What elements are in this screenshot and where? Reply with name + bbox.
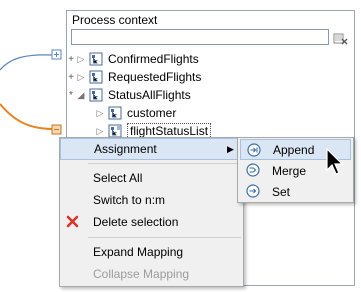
submenu-item-set[interactable]: Set: [240, 181, 351, 202]
structure-icon: [108, 106, 122, 120]
tree-label: customer: [127, 106, 177, 120]
menu-item-select-all[interactable]: Select All: [60, 167, 243, 189]
menu-item-assignment[interactable]: Assignment ▶: [60, 138, 243, 160]
collapse-arrow-icon[interactable]: ◢: [75, 90, 87, 101]
menu-item-label: Select All: [93, 171, 143, 185]
append-icon: [247, 143, 261, 157]
mapping-connector-bottom[interactable]: [51, 124, 62, 135]
menu-separator: [88, 163, 241, 164]
clear-filter-icon[interactable]: [333, 30, 349, 46]
expand-arrow-icon[interactable]: ▷: [75, 72, 87, 83]
menu-item-label: Switch to n:m: [93, 193, 166, 207]
menu-item-label: Collapse Mapping: [93, 267, 190, 281]
structure-icon: [89, 88, 103, 102]
search-input[interactable]: [71, 29, 329, 45]
menu-item-delete-selection[interactable]: Delete selection: [60, 211, 243, 233]
submenu-arrow-icon: ▶: [227, 144, 234, 154]
mouse-cursor-icon: [326, 148, 344, 175]
mapping-connector-top[interactable]: [51, 49, 62, 60]
expand-arrow-icon[interactable]: ▷: [94, 126, 106, 137]
expand-arrow-icon[interactable]: ▷: [75, 54, 87, 65]
menu-item-expand-mapping[interactable]: Expand Mapping: [60, 241, 243, 263]
submenu-label: Append: [273, 142, 315, 157]
tree-row-customer[interactable]: ▷ customer: [86, 104, 177, 122]
menu-item-switch-to-nm[interactable]: Switch to n:m: [60, 189, 243, 211]
structure-icon: [89, 70, 103, 84]
tree-row-statusallflights[interactable]: * ◢ StatusAllFlights: [67, 86, 191, 104]
set-icon: [246, 184, 260, 198]
tree-label: StatusAllFlights: [108, 88, 191, 102]
delete-x-icon: [66, 215, 79, 228]
tree-row-confirmedflights[interactable]: + ▷ ConfirmedFlights: [67, 50, 199, 68]
tree-label: RequestedFlights: [108, 70, 202, 84]
menu-item-label: Delete selection: [93, 215, 179, 229]
mapping-marker: +: [68, 53, 74, 65]
expand-arrow-icon[interactable]: ▷: [94, 108, 106, 119]
submenu-label: Merge: [272, 163, 307, 178]
menu-item-label: Assignment: [94, 142, 157, 156]
mapping-marker: *: [69, 89, 73, 101]
list-structure-icon: [108, 124, 122, 138]
structure-icon: [89, 52, 103, 66]
mapping-lines: [0, 49, 62, 135]
merge-icon: [246, 163, 260, 177]
submenu-label: Set: [272, 184, 291, 199]
tree-row-requestedflights[interactable]: + ▷ RequestedFlights: [67, 68, 201, 86]
menu-item-collapse-mapping: Collapse Mapping: [60, 263, 243, 285]
panel-title: Process context: [72, 13, 158, 27]
mapping-marker: +: [68, 71, 74, 83]
menu-separator: [88, 237, 241, 238]
tree-label: ConfirmedFlights: [108, 52, 199, 66]
context-menu: Assignment ▶ Select All Switch to n:m De…: [59, 137, 244, 287]
menu-item-label: Expand Mapping: [93, 245, 184, 259]
